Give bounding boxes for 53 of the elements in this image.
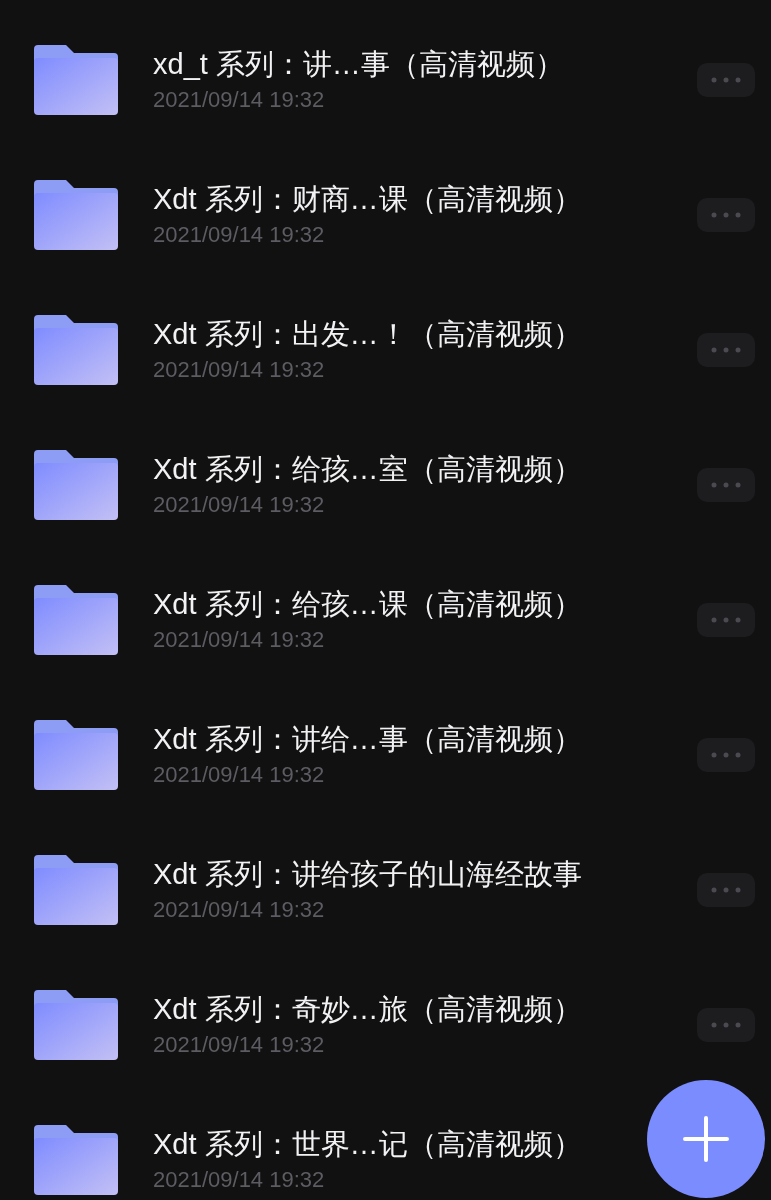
folder-name: Xdt 系列：奇妙…旅（高清视频） [153,991,583,1027]
more-button[interactable] [697,737,755,772]
more-button[interactable] [697,467,755,502]
more-icon [711,616,741,623]
folder-row[interactable]: Xdt 系列：奇妙…旅（高清视频） 2021/09/14 19:32 [0,957,771,1092]
more-button[interactable] [697,602,755,637]
more-button[interactable] [697,197,755,232]
modified-date: 2021/09/14 19:32 [153,895,326,924]
folder-icon [34,44,118,115]
more-icon [711,76,741,83]
folder-row[interactable]: Xdt 系列：讲给孩子的山海经故事 2021/09/14 19:32 [0,822,771,957]
folder-name: Xdt 系列：给孩…室（高清视频） [153,451,583,487]
folder-icon [34,989,118,1060]
folder-icon [34,584,118,655]
folder-row[interactable]: Xdt 系列：讲给…事（高清视频） 2021/09/14 19:32 [0,687,771,822]
folder-row[interactable]: Xdt 系列：给孩…课（高清视频） 2021/09/14 19:32 [0,552,771,687]
more-icon [711,481,741,488]
folder-icon [34,854,118,925]
modified-date: 2021/09/14 19:32 [153,1030,326,1059]
more-button[interactable] [697,872,755,907]
more-button[interactable] [697,332,755,367]
folder-icon [34,1124,118,1195]
modified-date: 2021/09/14 19:32 [153,625,326,654]
modified-date: 2021/09/14 19:32 [153,1165,326,1194]
more-icon [711,886,741,893]
folder-icon [34,179,118,250]
more-icon [711,1021,741,1028]
folder-name: Xdt 系列：讲给…事（高清视频） [153,721,583,757]
modified-date: 2021/09/14 19:32 [153,85,326,114]
folder-row[interactable]: Xdt 系列：世界…记（高清视频） 2021/09/14 19:32 [0,1092,771,1200]
folder-icon [34,314,118,385]
more-icon [711,751,741,758]
folder-name: Xdt 系列：世界…记（高清视频） [153,1126,583,1162]
more-icon [711,346,741,353]
modified-date: 2021/09/14 19:32 [153,760,326,789]
folder-row[interactable]: xd_t 系列：讲…事（高清视频） 2021/09/14 19:32 [0,12,771,147]
folder-row[interactable]: Xdt 系列：给孩…室（高清视频） 2021/09/14 19:32 [0,417,771,552]
more-button[interactable] [697,62,755,97]
folder-name: xd_t 系列：讲…事（高清视频） [153,46,565,82]
folder-name: Xdt 系列：财商…课（高清视频） [153,181,583,217]
modified-date: 2021/09/14 19:32 [153,220,326,249]
folder-name: Xdt 系列：讲给孩子的山海经故事 [153,856,583,892]
modified-date: 2021/09/14 19:32 [153,355,326,384]
plus-icon [683,1116,729,1162]
folder-icon [34,719,118,790]
folder-row[interactable]: Xdt 系列：出发…！（高清视频） 2021/09/14 19:32 [0,282,771,417]
folder-name: Xdt 系列：给孩…课（高清视频） [153,586,583,622]
folder-icon [34,449,118,520]
folder-name: Xdt 系列：出发…！（高清视频） [153,316,583,352]
more-button[interactable] [697,1007,755,1042]
modified-date: 2021/09/14 19:32 [153,490,326,519]
folder-row[interactable]: Xdt 系列：财商…课（高清视频） 2021/09/14 19:32 [0,147,771,282]
more-icon [711,211,741,218]
